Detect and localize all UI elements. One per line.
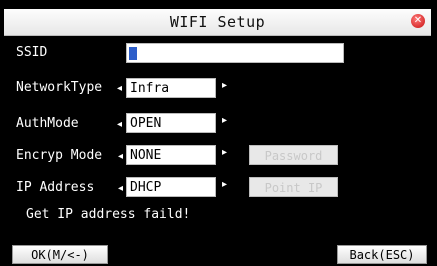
right-arrow-icon[interactable]: ▸ (222, 179, 227, 190)
left-arrow-icon[interactable]: ◂ (118, 151, 123, 162)
close-icon[interactable]: ✕ (411, 14, 425, 28)
right-arrow-icon[interactable]: ▸ (222, 80, 227, 91)
encryp-mode-label: Encryp Mode (16, 148, 103, 163)
point-ip-button[interactable]: Point IP (249, 177, 338, 197)
title-bar: WIFI Setup ✕ (4, 9, 431, 36)
window-title: WIFI Setup (169, 13, 266, 31)
left-arrow-icon[interactable]: ◂ (118, 183, 123, 194)
network-type-select[interactable]: Infra (126, 78, 216, 98)
ip-address-select[interactable]: DHCP (126, 177, 216, 197)
back-button[interactable]: Back(ESC) (337, 245, 427, 264)
wifi-setup-screen: WIFI Setup ✕ SSID NetworkType ◂ Infra ▸ … (0, 0, 437, 266)
encryp-mode-select[interactable]: NONE (126, 145, 216, 165)
ssid-label: SSID (16, 45, 48, 60)
ok-button[interactable]: OK(M/<-) (12, 245, 108, 264)
ip-address-label: IP Address (16, 180, 95, 195)
right-arrow-icon[interactable]: ▸ (222, 147, 227, 158)
auth-mode-label: AuthMode (16, 116, 79, 131)
ssid-input[interactable] (126, 43, 344, 63)
right-arrow-icon[interactable]: ▸ (222, 115, 227, 126)
left-arrow-icon[interactable]: ◂ (117, 119, 122, 130)
text-cursor (129, 47, 137, 60)
network-type-label: NetworkType (16, 80, 103, 95)
status-message: Get IP address faild! (26, 207, 191, 222)
password-button[interactable]: Password (249, 145, 338, 165)
auth-mode-select[interactable]: OPEN (126, 113, 216, 133)
left-arrow-icon[interactable]: ◂ (117, 83, 122, 94)
